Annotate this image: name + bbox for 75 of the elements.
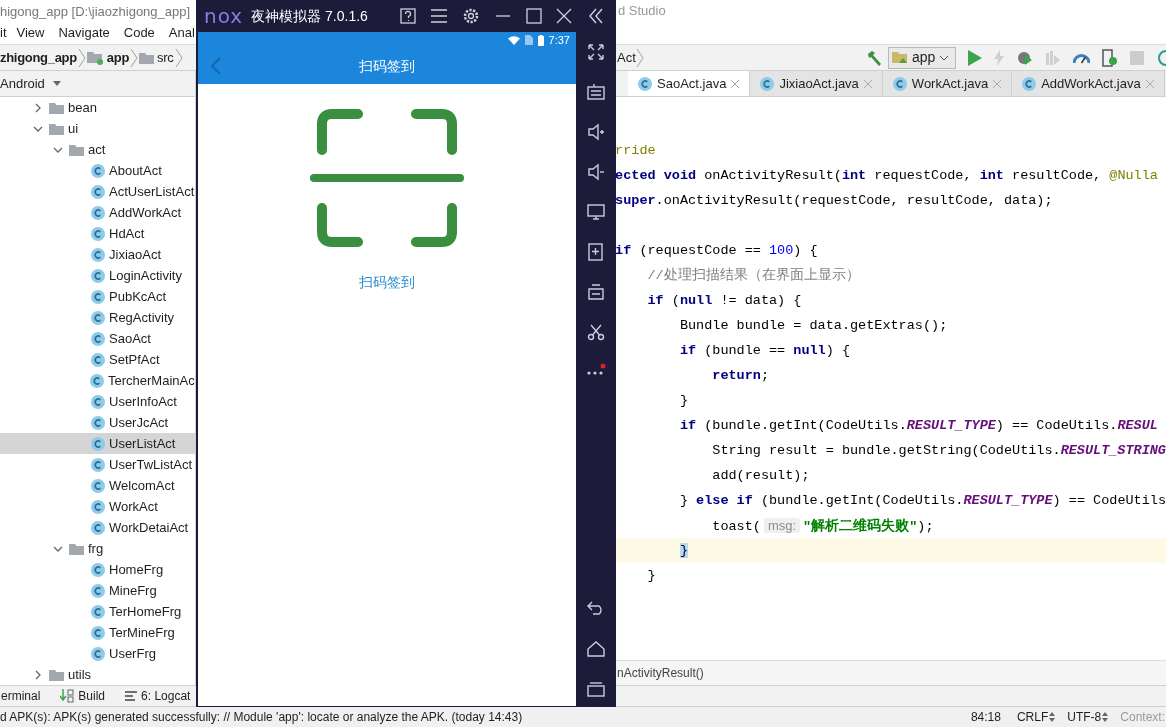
tree-item[interactable]: RegActivity <box>0 307 195 328</box>
editor-tab[interactable]: AddWorkAct.java <box>1012 71 1165 96</box>
breadcrumb-item[interactable]: zhigong_app <box>0 47 77 68</box>
tree-item[interactable]: WelcomAct <box>0 475 195 496</box>
tree-item[interactable]: MineFrg <box>0 580 195 601</box>
code-line: return; <box>711 367 769 385</box>
tree-item[interactable]: UserFrg <box>0 643 195 664</box>
menu-item[interactable]: Code <box>123 23 155 43</box>
tree-item[interactable]: UserInfoAct <box>0 391 195 412</box>
view-selector[interactable]: Android <box>0 73 61 94</box>
tree-item[interactable]: PubKcAct <box>0 286 195 307</box>
line-separator-selector[interactable]: CRLF <box>1016 708 1056 726</box>
tree-item[interactable]: SetPfAct <box>0 349 195 370</box>
tree-item[interactable]: TerHomeFrg <box>0 601 195 622</box>
code-line: } <box>678 392 688 410</box>
tree-item[interactable]: TerMineFrg <box>0 622 195 643</box>
code-line: super.onActivityResult(requestCode, resultCode, data); <box>615 192 1053 210</box>
tree-item[interactable]: ActUserListAct <box>0 181 195 202</box>
code-line: toast( msg: "解析二维码失败"); <box>711 516 934 536</box>
window-title: d Studio <box>618 2 666 21</box>
menu-item[interactable]: Navigate <box>58 23 110 43</box>
tree-item[interactable]: AboutAct <box>0 160 195 181</box>
code-line: if (requestCode == 100) { <box>615 242 818 260</box>
code-line: String result = bundle.getString(CodeUtils.RESULT_STRING <box>711 442 1166 460</box>
tool-window-button[interactable]: 6: Logcat <box>125 687 191 705</box>
status-message: d APK(s): APK(s) generated successfully: // Module 'app': locate or analyze the APK. (today 14:43) <box>0 709 524 726</box>
tree-item[interactable]: frg <box>0 538 195 559</box>
menu-item[interactable]: it <box>0 23 7 43</box>
menu-item[interactable]: View <box>16 23 45 43</box>
tree-item[interactable]: HomeFrg <box>0 559 195 580</box>
code-line: } else if (bundle.getInt(CodeUtils.RESULT_TYPE) == CodeUtils <box>678 492 1166 510</box>
tree-item[interactable]: UserJcAct <box>0 412 195 433</box>
code-line: ected void onActivityResult(int requestCode, int resultCode, @Nulla <box>615 167 1158 185</box>
tree-item[interactable]: act <box>0 139 195 160</box>
breadcrumb-item[interactable]: nActivityResult() <box>617 664 704 682</box>
editor-tab[interactable]: JixiaoAct.java <box>750 71 883 96</box>
tree-item[interactable]: bean <box>0 97 195 118</box>
tree-item[interactable]: AddWorkAct <box>0 202 195 223</box>
tree-item[interactable]: TercherMainAc <box>0 370 195 391</box>
tree-item[interactable]: SaoAct <box>0 328 195 349</box>
tree-item[interactable]: WorkAct <box>0 496 195 517</box>
code-line: rride <box>615 142 656 160</box>
tree-item[interactable]: JixiaoAct <box>0 244 195 265</box>
tree-item[interactable]: WorkDetaiAct <box>0 517 195 538</box>
status-time: 7:37 <box>548 32 570 48</box>
tree-item[interactable]: HdAct <box>0 223 195 244</box>
breadcrumb-item[interactable]: Act <box>617 47 636 68</box>
tree-item[interactable]: UserTwListAct <box>0 454 195 475</box>
app-bar-title: 扫码签到 <box>359 56 415 76</box>
code-line: if (bundle == null) { <box>678 342 851 360</box>
window-title: higong_app [D:\jiaozhigong_app] <box>0 4 191 19</box>
menu-item[interactable]: Anal <box>168 23 195 43</box>
code-line: //处理扫描结果（在界面上显示） <box>646 266 860 285</box>
run-config-dropdown[interactable]: app <box>888 46 956 69</box>
window-title: 夜神模拟器 7.0.1.6 <box>251 6 368 26</box>
encoding-selector[interactable]: UTF-8 <box>1067 708 1109 726</box>
scan-link[interactable]: 扫码签到 <box>359 272 415 293</box>
code-line: if (null != data) { <box>646 292 802 310</box>
editor-tab[interactable]: SaoAct.java <box>628 71 751 96</box>
tool-window-button[interactable]: erminal <box>1 687 41 705</box>
code-line: if (bundle.getInt(CodeUtils.RESULT_TYPE) == CodeUtils.RESUL <box>678 417 1158 435</box>
tree-item[interactable]: LoginActivity <box>0 265 195 286</box>
cursor-position[interactable]: 84:18 <box>970 708 1001 726</box>
tree-item[interactable]: UserListAct <box>0 433 195 454</box>
nox-logo: nox <box>204 6 244 26</box>
editor-tab[interactable]: WorkAct.java <box>882 71 1013 96</box>
breadcrumb-item[interactable]: app <box>106 47 130 68</box>
tool-window-button[interactable]: Build <box>60 687 106 705</box>
tree-item[interactable]: utils <box>0 664 195 685</box>
tree-item[interactable]: ui <box>0 118 195 139</box>
context-label: Context: <box>1120 709 1165 726</box>
code-line: Bundle bundle = data.getExtras(); <box>678 317 948 335</box>
breadcrumb-item[interactable]: src <box>157 47 174 68</box>
code-line: } <box>646 567 656 585</box>
code-line: add(result); <box>711 467 810 485</box>
